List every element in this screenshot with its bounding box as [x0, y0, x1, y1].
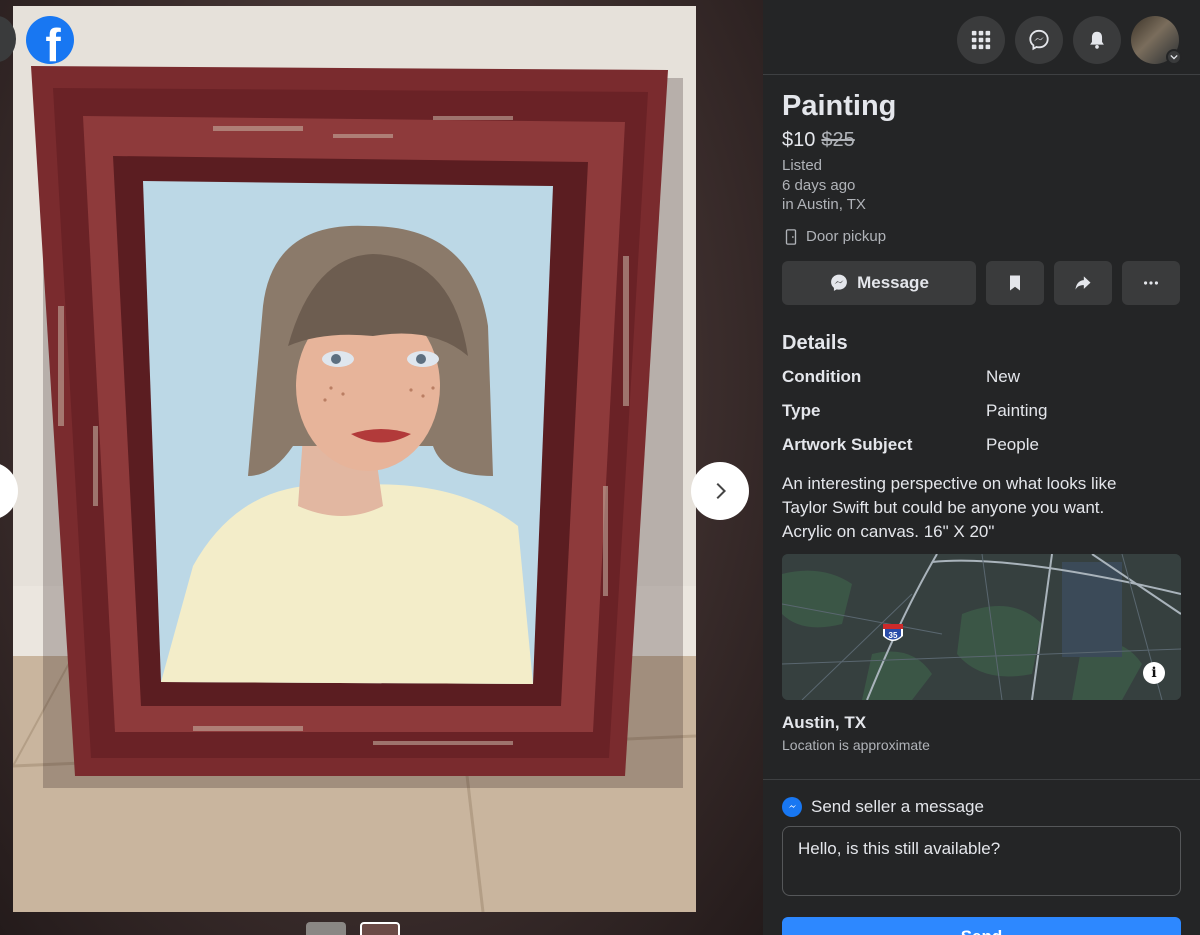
chevron-right-icon [716, 482, 727, 500]
listed-location: in Austin, TX [782, 196, 866, 213]
detail-row: Condition New [782, 365, 1181, 389]
message-button[interactable]: Message [782, 260, 976, 305]
detail-key: Type [782, 400, 821, 420]
bell-icon [1090, 31, 1104, 49]
detail-row: Type Painting [782, 399, 1181, 423]
thumbnail-strip [306, 922, 400, 935]
message-button-label: Message [857, 272, 929, 292]
messenger-icon [782, 796, 802, 817]
bookmark-icon [1010, 275, 1020, 290]
current-price: $10 [782, 129, 816, 151]
listing-description: An interesting perspective on what looks… [782, 472, 1181, 544]
listed-label: Listed [782, 157, 823, 174]
listed-time: 6 days ago [782, 176, 856, 194]
location-map[interactable]: 35 i [782, 553, 1181, 700]
painting-photo-illustration [13, 6, 696, 912]
facebook-logo[interactable]: f [26, 16, 74, 64]
thumbnail-1[interactable] [306, 922, 346, 935]
share-button[interactable] [1054, 260, 1112, 305]
detail-key: Condition [782, 366, 862, 386]
listing-panel: Painting $10 $25 Listed 6 days ago in Aus… [763, 0, 1200, 935]
messenger-button[interactable] [1015, 16, 1063, 64]
send-button[interactable]: Send [782, 917, 1181, 935]
location-note: Location is approximate [782, 736, 930, 753]
more-icon [1144, 280, 1158, 285]
photo-viewer: f [0, 0, 763, 935]
send-message-heading: Send seller a message [763, 796, 1200, 817]
original-price: $25 [821, 129, 855, 151]
details-heading: Details [782, 331, 848, 354]
messenger-icon [1029, 29, 1049, 51]
thumbnail-2[interactable] [360, 922, 400, 935]
top-bar [763, 0, 1200, 75]
listing-photo [13, 6, 696, 912]
pickup-info: Door pickup [782, 228, 1181, 246]
detail-value: Painting [986, 400, 1048, 420]
listing-title: Painting [782, 90, 897, 122]
save-button[interactable] [986, 260, 1044, 305]
section-divider [763, 778, 1200, 780]
next-photo-button[interactable] [691, 462, 749, 520]
menu-button[interactable] [957, 16, 1005, 64]
map-info-icon[interactable]: i [1143, 661, 1165, 684]
detail-key: Artwork Subject [782, 434, 913, 454]
location-name: Austin, TX [782, 712, 867, 732]
map-illustration: 35 [782, 553, 1181, 700]
detail-value: New [986, 366, 1021, 386]
description-line: An interesting perspective on what looks… [782, 473, 1117, 493]
description-line: Taylor Swift but could be anyone you wan… [782, 497, 1105, 517]
message-input[interactable]: Hello, is this still available? [782, 825, 1181, 896]
description-line: Acrylic on canvas. 16" X 20" [782, 521, 995, 541]
highway-label: 35 [889, 631, 898, 640]
detail-value: People [986, 434, 1039, 454]
listing-actions: Message [782, 260, 1181, 305]
menu-grid-icon [971, 30, 991, 50]
listing-price: $10 $25 [782, 127, 1181, 153]
notifications-button[interactable] [1073, 16, 1121, 64]
account-caret-icon[interactable] [1166, 49, 1182, 65]
listing-meta: Listed 6 days ago in Austin, TX [782, 156, 1181, 215]
detail-row: Artwork Subject People [782, 433, 1181, 457]
pickup-label: Door pickup [806, 228, 887, 245]
send-heading-label: Send seller a message [811, 796, 984, 816]
messenger-icon [831, 274, 847, 291]
share-icon [1075, 275, 1091, 290]
more-button[interactable] [1122, 260, 1180, 305]
door-icon [785, 228, 797, 245]
